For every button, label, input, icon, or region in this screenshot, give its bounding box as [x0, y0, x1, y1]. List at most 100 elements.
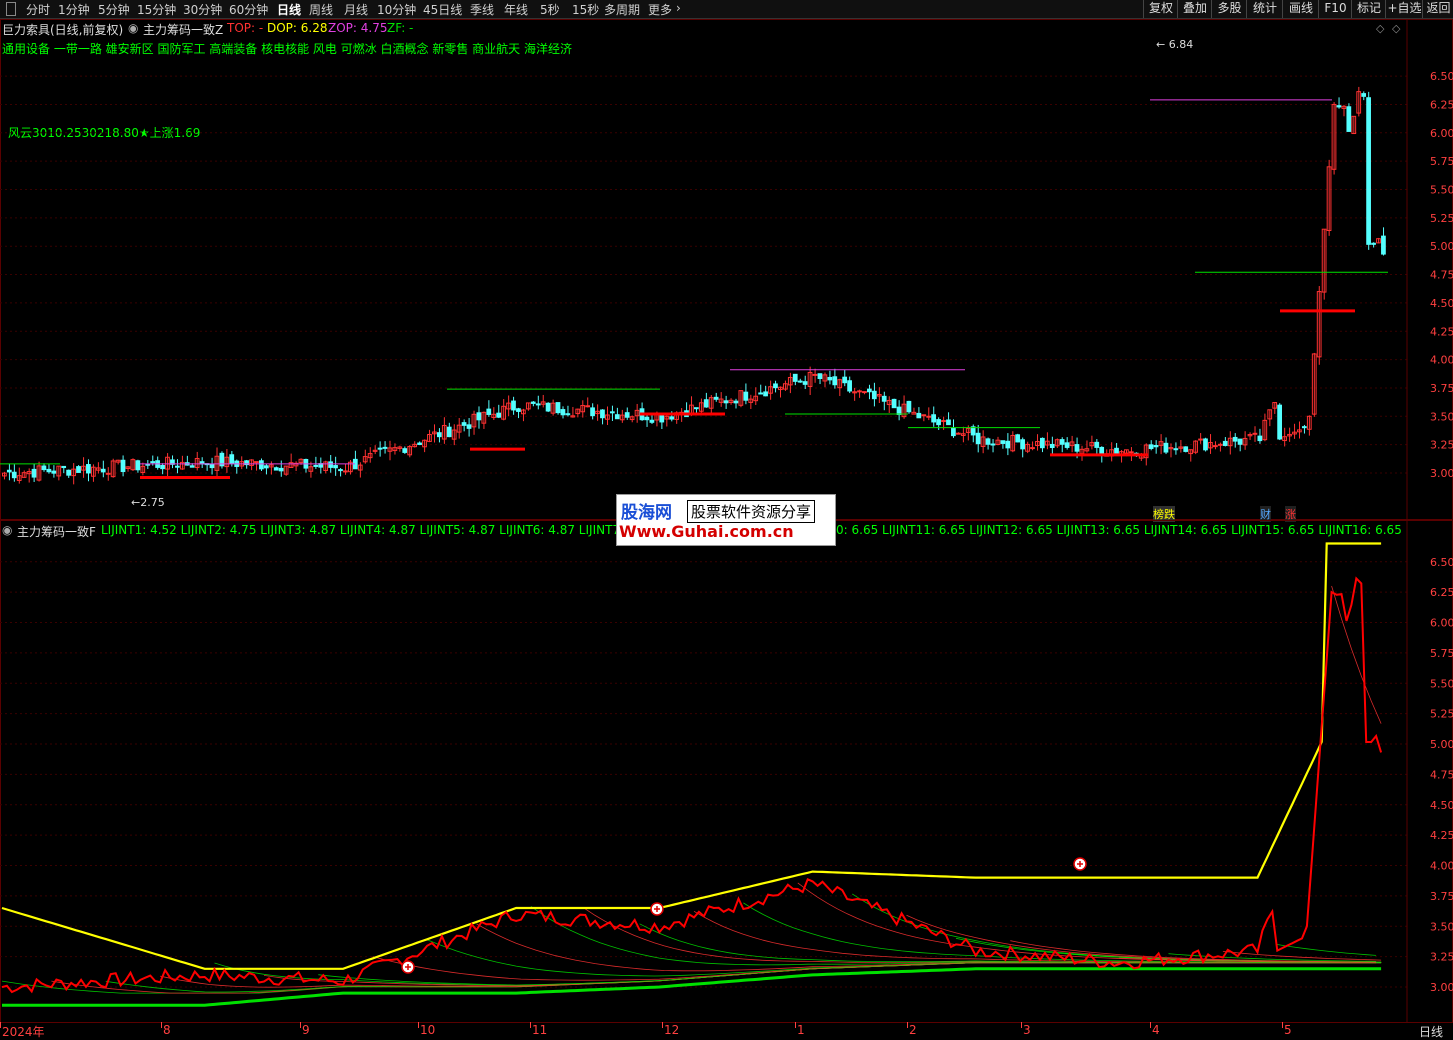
period-indicator[interactable]: 日线: [1419, 1023, 1443, 1040]
candle-body: [951, 427, 956, 437]
candle-body: [175, 465, 180, 468]
chip-fan-line: [214, 962, 1382, 986]
candle-body: [1336, 105, 1342, 108]
candle-body: [1301, 426, 1307, 429]
x-tick-mark: [1282, 1022, 1283, 1028]
candle-body: [313, 464, 319, 467]
candle-body: [1128, 451, 1134, 454]
candle-body: [985, 438, 991, 445]
candle-body: [590, 407, 595, 417]
x-tick-label: 3: [1023, 1023, 1031, 1037]
y-tick-label: 5.25: [1430, 212, 1453, 225]
watermark-brand: 股海网: [621, 503, 672, 523]
y-tick-label: 6.50: [1430, 556, 1453, 569]
candle-body: [817, 373, 823, 380]
y-tick-label: 4.75: [1430, 269, 1453, 282]
candle-body: [946, 419, 951, 426]
candle-body: [1232, 436, 1238, 442]
candle-body: [733, 400, 739, 404]
candle-body: [906, 400, 912, 413]
x-tick-label: 11: [532, 1023, 548, 1037]
y-tick-label: 6.25: [1430, 98, 1453, 111]
y-tick-label: 5.00: [1430, 240, 1453, 253]
x-tick-mark: [795, 1022, 796, 1028]
x-tick-mark: [418, 1022, 419, 1028]
candle-body: [1361, 93, 1367, 97]
candle-body: [614, 414, 620, 420]
candle-body: [417, 442, 422, 445]
candle-body: [1020, 439, 1025, 450]
candle-body: [86, 464, 91, 474]
close-line: [1, 576, 1383, 994]
x-tick-mark: [1021, 1022, 1022, 1028]
candle-body: [832, 376, 838, 386]
candle-body: [1059, 439, 1065, 445]
watermark-logo: 股海网 股票软件资源分享 Www.Guhai.com.cn: [616, 494, 836, 546]
candle-body: [896, 406, 902, 416]
candle-body: [669, 416, 675, 420]
y-tick-label: 4.00: [1430, 354, 1453, 367]
candle-body: [1237, 438, 1243, 445]
candle-body: [1222, 440, 1228, 446]
y-tick-label: 5.50: [1430, 677, 1453, 690]
y-tick-label: 4.25: [1430, 325, 1453, 338]
low-price-label: ←2.75: [131, 496, 165, 509]
candle-body: [31, 468, 37, 478]
candle-body: [402, 448, 408, 453]
x-tick-label: 9: [302, 1023, 310, 1037]
candle-body: [797, 380, 803, 383]
candle-body: [1005, 440, 1011, 449]
y-tick-label: 3.25: [1430, 951, 1453, 964]
y-tick-label: 3.25: [1430, 439, 1453, 452]
candle-body: [842, 376, 848, 384]
x-tick-mark: [161, 1022, 162, 1028]
candle-body: [6, 469, 12, 473]
candle-body: [1030, 447, 1035, 450]
candle-body: [792, 373, 798, 382]
candle-body: [560, 409, 566, 416]
candle-body: [1257, 435, 1263, 442]
chip-fan-line: [105, 962, 1382, 993]
candle-body: [436, 432, 442, 438]
x-tick-label: 12: [664, 1023, 680, 1037]
candle-body: [857, 390, 862, 393]
x-tick-label: 8: [163, 1023, 171, 1037]
candle-body: [649, 419, 655, 423]
candle-body: [812, 373, 818, 376]
candle-body: [11, 471, 17, 479]
candle-body: [743, 391, 749, 401]
y-tick-label: 3.50: [1430, 410, 1453, 423]
candle-body: [871, 390, 877, 400]
candle-body: [530, 401, 536, 404]
y-tick-label: 6.50: [1430, 70, 1453, 83]
chip-fan-line: [906, 914, 1382, 963]
chip-fan-line: [1277, 944, 1377, 956]
candle-body: [1148, 444, 1154, 449]
x-tick-label: 2: [909, 1023, 917, 1037]
candle-body: [105, 472, 111, 475]
candle-body: [100, 468, 106, 473]
candle-body: [51, 470, 57, 474]
candle-body: [758, 392, 763, 395]
candle-body: [1217, 443, 1223, 446]
watermark-slogan: 股票软件资源分享: [687, 500, 816, 523]
y-tick-label: 5.00: [1430, 738, 1453, 751]
x-tick-mark: [0, 1022, 1, 1028]
candle-body: [773, 383, 778, 389]
chip-fan-line: [1222, 951, 1382, 961]
y-tick-label: 4.75: [1430, 768, 1453, 781]
candle-body: [921, 414, 927, 417]
y-tick-label: 6.00: [1430, 617, 1453, 630]
chip-fan-line: [1, 962, 1377, 994]
candle-body: [343, 470, 348, 473]
candle-body: [377, 447, 383, 450]
candle-body: [496, 412, 502, 418]
chip-fan-line: [851, 893, 1377, 963]
candle-body: [1094, 441, 1100, 448]
candle-body: [723, 400, 729, 404]
y-tick-label: 5.50: [1430, 184, 1453, 197]
candle-body: [446, 426, 452, 438]
candle-body: [763, 391, 768, 397]
candle-body: [189, 465, 195, 468]
candle-body: [1346, 106, 1352, 132]
